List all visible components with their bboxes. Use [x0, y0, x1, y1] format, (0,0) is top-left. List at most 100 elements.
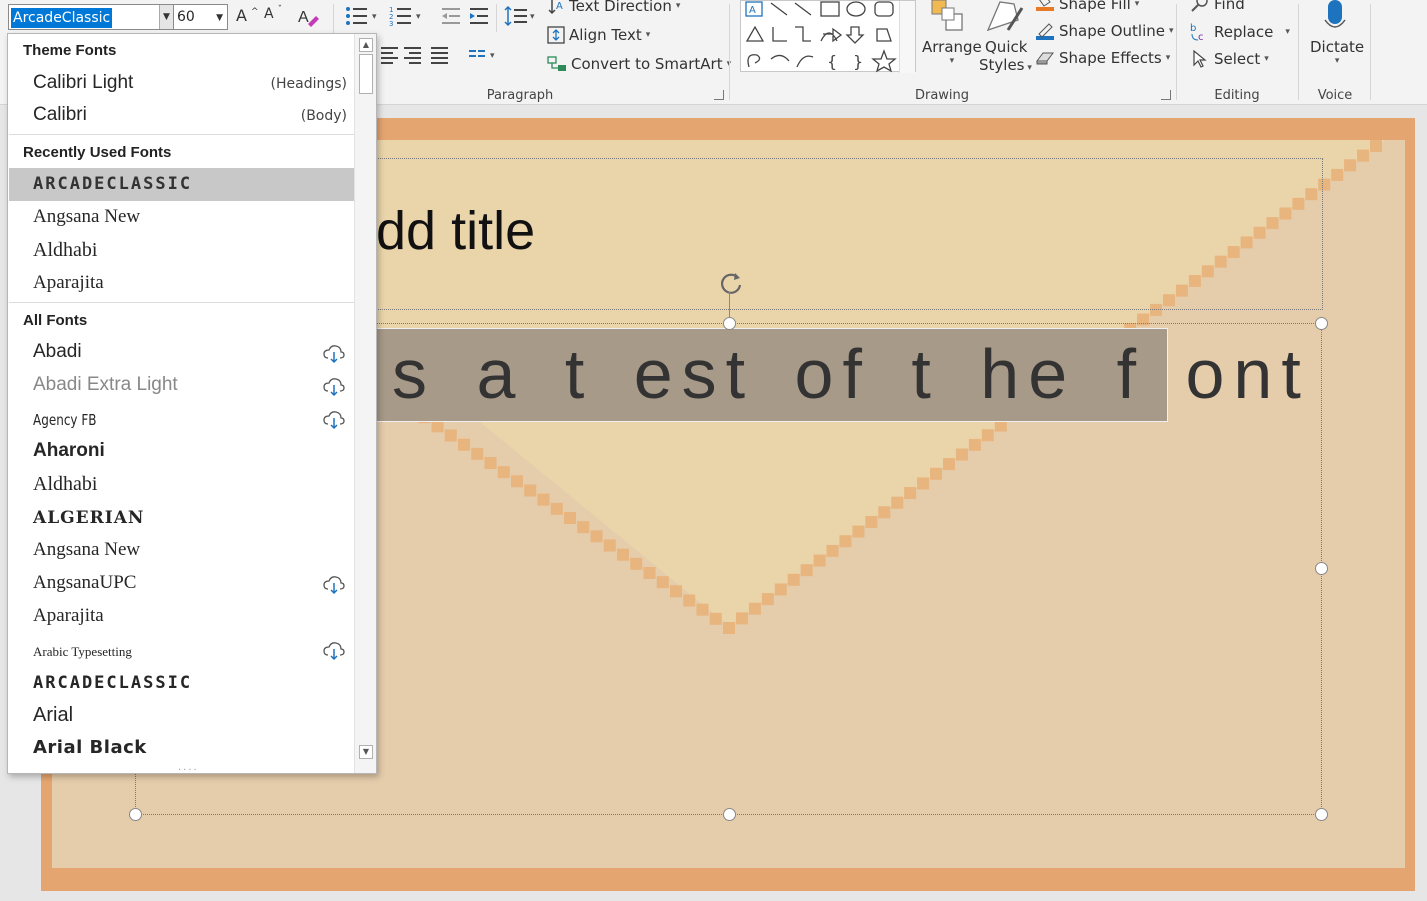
font-size-combobox[interactable]: 60 ▼ — [174, 4, 228, 30]
select-button[interactable]: Select ▾ — [1190, 49, 1269, 69]
numbering-button[interactable]: 1 2 3 ▾ — [389, 5, 423, 27]
shape-outline-button[interactable]: Shape Outline ▾ — [1035, 22, 1174, 40]
text-direction-button[interactable]: A Text Direction ▾ — [547, 0, 680, 15]
quick-styles-button[interactable]: Quick Styles ▾ — [979, 38, 1032, 74]
font-item-label: Aldhabi — [33, 473, 98, 495]
font-name-combobox[interactable]: ArcadeClassic ▼ — [8, 4, 174, 30]
font-item-label: Aparajita — [33, 605, 104, 626]
font-item-label: Calibri — [33, 104, 87, 125]
align-right-button[interactable] — [403, 44, 423, 64]
dictate-button[interactable]: Dictate ▾ — [1310, 38, 1364, 66]
font-item-label: Arial Black — [33, 737, 147, 758]
resize-handle-bottom-left[interactable] — [129, 808, 142, 821]
grow-font-button[interactable]: A ^ — [236, 6, 259, 25]
svg-text:b: b — [1190, 23, 1196, 34]
decrease-indent-button[interactable] — [440, 5, 462, 27]
font-item-angsana-new[interactable]: Angsana New — [9, 535, 355, 568]
font-item-aldhabi-recent[interactable]: Aldhabi — [9, 235, 355, 268]
pen-icon — [1036, 23, 1054, 40]
resize-handle-top-right[interactable] — [1315, 317, 1328, 330]
align-left-button[interactable] — [380, 44, 400, 64]
font-item-label: Arial — [33, 704, 74, 726]
font-item-abadi[interactable]: Abadi — [9, 337, 355, 370]
shape-effects-label: Shape Effects — [1059, 49, 1162, 67]
caret-up-icon: ^ — [250, 6, 259, 17]
align-text-button[interactable]: Align Text ▾ — [547, 26, 650, 44]
align-left-icon — [381, 47, 398, 64]
bullets-button[interactable]: ▾ — [345, 5, 379, 27]
font-item-aharoni[interactable]: Aharoni — [9, 436, 355, 469]
ribbon-separator — [1298, 4, 1299, 100]
columns-button[interactable]: ▾ — [468, 46, 498, 64]
font-size-input[interactable]: 60 — [177, 9, 195, 25]
font-item-algerian[interactable]: ALGERIAN — [9, 502, 355, 535]
font-item-label: Aparajita — [33, 272, 104, 293]
font-list-scrollbar[interactable]: ▲ ▼ — [354, 34, 376, 773]
paragraph-launcher-icon[interactable] — [714, 90, 724, 100]
font-item-arcadeclassic-recent[interactable]: ARCADECLASSIC — [9, 168, 355, 201]
theme-fonts-header: Theme Fonts — [23, 42, 117, 59]
font-item-arcadeclassic[interactable]: ARCADECLASSIC — [9, 667, 355, 700]
gallery-scrollbar[interactable] — [899, 1, 915, 73]
font-item-label: Angsana New — [33, 206, 141, 227]
drawing-group-label: Drawing — [914, 88, 970, 103]
font-item-aparajita-recent[interactable]: Aparajita — [9, 268, 355, 301]
shrink-font-button[interactable]: Aˇ — [264, 5, 283, 22]
convert-smartart-label: Convert to SmartArt — [571, 55, 723, 73]
slide-body-text[interactable]: s a t est of t he f ont — [392, 334, 1310, 414]
font-item-abadi-extra-light[interactable]: Abadi Extra Light — [9, 370, 355, 403]
shape-fill-label: Shape Fill — [1059, 0, 1131, 13]
caret-down-icon: ▾ — [1334, 56, 1340, 66]
font-item-arial[interactable]: Arial — [9, 700, 355, 733]
arrange-button[interactable]: Arrange ▾ — [922, 38, 982, 66]
rotate-handle-icon[interactable] — [716, 268, 746, 298]
font-dropdown-list[interactable]: Theme Fonts Calibri Light (Headings) Cal… — [7, 33, 377, 774]
cloud-download-icon — [323, 642, 345, 661]
font-item-arabic-typesetting[interactable]: Arabic Typesetting — [9, 634, 355, 667]
shape-effects-button[interactable]: Shape Effects ▾ — [1035, 49, 1170, 67]
pixel-block — [1331, 168, 1344, 181]
slide-title[interactable]: dd title — [376, 200, 535, 262]
shapes-icon: A { } — [745, 1, 897, 73]
scroll-thumb[interactable] — [359, 54, 373, 94]
find-button[interactable]: Find — [1190, 0, 1245, 13]
font-item-agency-fb[interactable]: Agency FB — [9, 403, 355, 436]
increase-indent-icon — [470, 8, 488, 24]
svg-text:▾: ▾ — [416, 12, 421, 22]
replace-button[interactable]: bc Replace ▾ — [1190, 22, 1290, 42]
all-fonts-header: All Fonts — [23, 312, 88, 329]
font-name-dropdown-button[interactable]: ▼ — [159, 5, 173, 29]
justify-button[interactable] — [430, 44, 450, 64]
font-name-input[interactable]: ArcadeClassic — [11, 8, 113, 28]
font-item-aparajita[interactable]: Aparajita — [9, 601, 355, 634]
font-item-aldhabi[interactable]: Aldhabi — [9, 469, 355, 502]
scroll-up-arrow-icon[interactable]: ▲ — [359, 38, 373, 52]
shape-fill-button[interactable]: Shape Fill ▾ — [1035, 0, 1139, 13]
resize-handle-bottom[interactable] — [723, 808, 736, 821]
svg-text:{: { — [827, 52, 837, 71]
font-item-angsana-new-recent[interactable]: Angsana New — [9, 202, 355, 235]
clear-formatting-button[interactable]: A — [296, 4, 320, 28]
svg-text:A: A — [298, 9, 309, 26]
drawing-launcher-icon[interactable] — [1161, 90, 1171, 100]
shapes-gallery[interactable]: A { } — [740, 0, 916, 73]
resize-grip-icon[interactable]: .... — [178, 762, 199, 773]
caret-down-icon: ˇ — [277, 5, 283, 15]
increase-indent-button[interactable] — [468, 5, 490, 27]
svg-text:3: 3 — [389, 20, 393, 27]
caret-down-icon: ▾ — [1024, 63, 1032, 73]
font-item-calibri-light[interactable]: Calibri Light (Headings) — [9, 68, 355, 101]
font-size-dropdown-button[interactable]: ▼ — [216, 13, 223, 23]
font-item-tag: (Headings) — [270, 76, 347, 92]
font-item-label: ARCADECLASSIC — [33, 673, 193, 693]
resize-handle-bottom-right[interactable] — [1315, 808, 1328, 821]
caret-down-icon: ▾ — [1165, 53, 1171, 63]
resize-handle-top[interactable] — [723, 317, 736, 330]
font-item-angsanaupc[interactable]: AngsanaUPC — [9, 568, 355, 601]
replace-icon: bc — [1190, 23, 1204, 42]
line-spacing-button[interactable]: ▾ — [504, 5, 538, 27]
scroll-down-arrow-icon[interactable]: ▼ — [359, 745, 373, 759]
font-item-calibri[interactable]: Calibri (Body) — [9, 100, 355, 133]
resize-handle-right[interactable] — [1315, 562, 1328, 575]
convert-smartart-button[interactable]: Convert to SmartArt▾ — [547, 55, 731, 73]
